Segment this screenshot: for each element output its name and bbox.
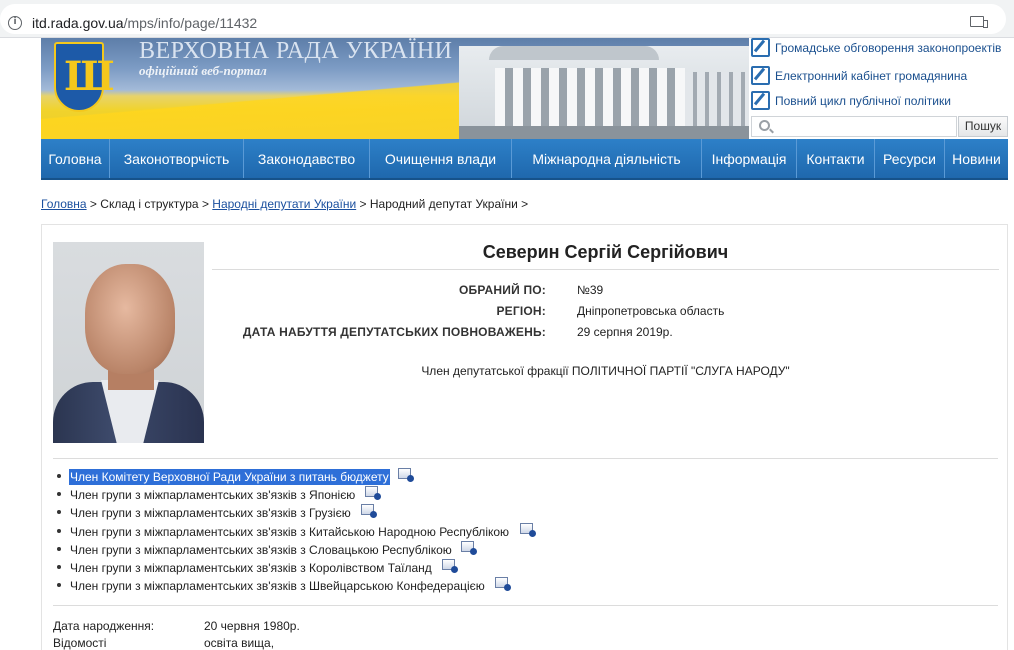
search-button[interactable]: Пошук [958,116,1008,137]
bio-value-info: освіта вища, [204,636,275,650]
open-in-window-icon[interactable] [970,16,988,28]
url-field[interactable]: i itd.rada.gov.ua/mps/info/page/11432 [0,4,1006,34]
document-card-icon[interactable] [398,468,414,482]
url-host: itd.rada.gov.ua [32,15,124,31]
breadcrumb-deputies[interactable]: Народні депутати України [212,197,356,211]
nav-contacts[interactable]: Контакти [797,139,875,178]
header-banner: Ш ВЕРХОВНА РАДА УКРАЇНИ офіційний веб-по… [41,38,749,139]
parliament-building-image [459,46,749,139]
site-title[interactable]: ВЕРХОВНА РАДА УКРАЇНИ [139,38,453,65]
nav-lustration[interactable]: Очищення влади [370,139,512,178]
breadcrumb: Головна > Склад і структура > Народні де… [41,197,529,211]
pencil-square-icon [751,91,770,110]
document-card-icon[interactable] [461,541,477,555]
bio-label-info: Відомості [53,636,107,650]
field-label-region: РЕГІОН: [496,304,546,318]
nav-lawmaking[interactable]: Законотворчість [110,139,244,178]
nav-home[interactable]: Головна [41,139,110,178]
pencil-square-icon [751,66,770,85]
site-subtitle: офіційний веб-портал [139,63,267,78]
faction-membership: Член депутатської фракції ПОЛІТИЧНОЇ ПАР… [421,364,790,378]
nav-information[interactable]: Інформація [702,139,797,178]
bio-label-birthdate: Дата народження: [53,619,155,633]
document-card-icon[interactable] [495,577,511,591]
field-value-mandate-date: 29 серпня 2019р. [577,325,673,339]
field-value-region: Дніпропетровська область [577,304,725,318]
site-info-icon[interactable]: i [8,16,22,30]
document-card-icon[interactable] [520,523,536,537]
divider [53,605,998,606]
url-text[interactable]: itd.rada.gov.ua/mps/info/page/11432 [32,15,257,31]
nav-legislation[interactable]: Законодавство [244,139,370,178]
search-input[interactable] [751,116,957,137]
document-card-icon[interactable] [365,486,381,500]
field-label-mandate-date: ДАТА НАБУТТЯ ДЕПУТАТСЬКИХ ПОВНОВАЖЕНЬ: [242,325,546,339]
nav-news[interactable]: Новини [945,139,1008,178]
divider [53,458,998,459]
browser-address-bar: i itd.rada.gov.ua/mps/info/page/11432 [0,0,1014,38]
nav-international[interactable]: Міжнародна діяльність [512,139,702,178]
search-icon [759,120,770,131]
coat-of-arms-icon[interactable]: Ш [54,42,115,112]
breadcrumb-current: Народний депутат України [369,197,518,211]
url-path: /mps/info/page/11432 [123,15,258,31]
deputy-name: Северин Сергій Сергійович [212,240,999,270]
deputy-photo [53,242,204,443]
field-value-elected: №39 [577,283,604,297]
nav-resources[interactable]: Ресурси [875,139,945,178]
document-card-icon[interactable] [442,559,458,573]
document-card-icon[interactable] [361,504,377,518]
main-nav: Головна Законотворчість Законодавство Оч… [41,139,1008,180]
pencil-square-icon [751,38,770,57]
field-label-elected: ОБРАНИЙ ПО: [459,283,546,297]
breadcrumb-home[interactable]: Головна [41,197,87,211]
bio-value-birthdate: 20 червня 1980р. [204,619,300,633]
breadcrumb-structure: Склад і структура [100,197,199,211]
